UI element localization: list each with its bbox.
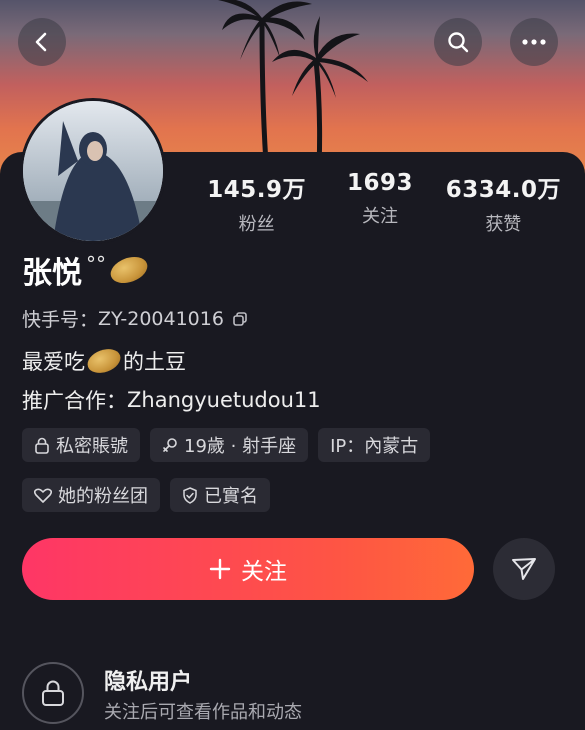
tag-fan-club[interactable]: 她的粉丝团	[22, 478, 160, 512]
stat-label: 获赞	[485, 214, 522, 235]
account-id-value: ZY-20041016	[98, 307, 224, 330]
stat-label: 关注	[361, 206, 398, 227]
private-title: 隐私用户	[104, 670, 193, 695]
plus-icon	[209, 558, 231, 580]
stat-label: 粉丝	[238, 214, 275, 235]
tag-text: 她的粉丝团	[58, 486, 148, 507]
share-button[interactable]	[493, 538, 555, 600]
follow-button[interactable]: 关注	[22, 538, 474, 600]
stat-value: 1693	[346, 170, 413, 196]
account-id-label: 快手号：	[22, 309, 99, 331]
stat-likes[interactable]: 6334.0万 获赞	[442, 170, 565, 236]
bio-suffix: 的土豆	[123, 350, 186, 374]
chevron-left-icon	[35, 32, 47, 52]
avatar[interactable]	[20, 98, 166, 244]
stat-value: 145.9万	[207, 177, 307, 203]
heart-outline-icon	[34, 487, 52, 503]
tag-text: IP：內蒙古	[330, 436, 419, 457]
potato-emoji-icon	[107, 252, 151, 288]
more-button[interactable]	[510, 18, 558, 66]
stat-following[interactable]: 1693 关注	[318, 170, 441, 236]
profile-name: 张悦	[22, 256, 82, 291]
stats-row: 145.9万 粉丝 1693 关注 6334.0万 获赞	[195, 170, 565, 236]
tag-text: 19歲 · 射手座	[184, 436, 297, 457]
business-value: Zhangyuetudou11	[127, 388, 321, 412]
account-id-row[interactable]: 快手号： ZY-20041016	[22, 305, 248, 332]
female-icon	[163, 437, 177, 452]
tag-text: 私密賬號	[56, 436, 128, 457]
shield-check-icon	[183, 486, 197, 504]
search-button[interactable]	[434, 18, 482, 66]
bio-prefix: 最爱吃	[22, 350, 85, 374]
more-horizontal-icon	[522, 39, 546, 45]
lock-icon	[42, 680, 64, 706]
copy-icon[interactable]	[232, 311, 248, 327]
name-row: 张悦 °°	[22, 248, 151, 292]
avatar-photo	[23, 101, 163, 241]
lock-icon	[35, 437, 49, 454]
potato-emoji-icon	[84, 344, 124, 378]
business-contact: 推广合作： Zhangyuetudou11	[22, 385, 321, 415]
tag-row-1: 私密賬號 19歲 · 射手座 IP：內蒙古	[22, 428, 431, 462]
tag-age-zodiac[interactable]: 19歲 · 射手座	[150, 428, 309, 462]
business-label: 推广合作：	[22, 389, 127, 413]
send-icon	[512, 558, 536, 580]
bio: 最爱吃 的土豆	[22, 344, 186, 378]
stat-value: 6334.0万	[445, 177, 561, 203]
stat-followers[interactable]: 145.9万 粉丝	[195, 170, 318, 236]
tag-verified[interactable]: 已實名	[170, 478, 270, 512]
tag-ip-location[interactable]: IP：內蒙古	[318, 428, 431, 462]
tag-text: 已實名	[204, 486, 258, 507]
private-subtitle: 关注后可查看作品和动态	[104, 702, 302, 723]
search-icon	[448, 32, 469, 53]
name-decoration: °°	[86, 252, 106, 276]
tag-private-account[interactable]: 私密賬號	[22, 428, 140, 462]
back-button[interactable]	[18, 18, 66, 66]
private-lock-badge	[22, 662, 84, 724]
follow-button-label: 关注	[241, 559, 287, 585]
tag-row-2: 她的粉丝团 已實名	[22, 478, 270, 512]
